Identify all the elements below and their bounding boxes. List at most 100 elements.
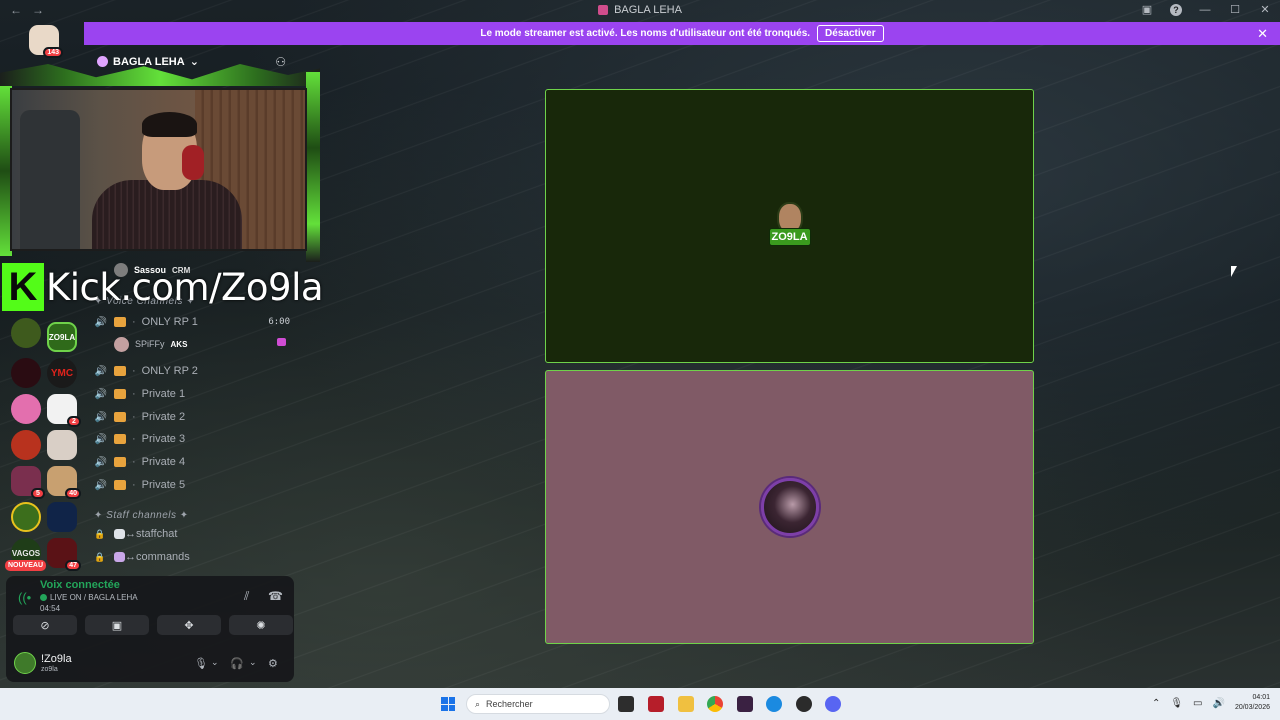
member-name: Sassou xyxy=(134,265,167,275)
server-icon[interactable] xyxy=(11,502,41,532)
speaker-icon: 🔊 xyxy=(94,433,108,445)
clock-time: 04:01 xyxy=(1252,694,1270,701)
staff-category-label[interactable]: ✦ Staff channels ✦ xyxy=(94,510,189,521)
close-icon[interactable]: ✕ xyxy=(1258,3,1272,16)
discord-icon[interactable] xyxy=(825,696,841,712)
obs-icon[interactable] xyxy=(796,696,812,712)
start-menu-icon[interactable] xyxy=(441,697,455,711)
server-icon[interactable] xyxy=(11,394,41,424)
screen-share-button[interactable]: ▣ xyxy=(85,615,149,635)
server-name[interactable]: BAGLA LEHA ⌄ xyxy=(97,55,199,68)
search-placeholder: Rechercher xyxy=(486,699,533,709)
home-badge: 143 xyxy=(43,47,63,58)
screen-share-icon: ▣ xyxy=(111,619,123,632)
voice-channel-only-rp-2[interactable]: 🔊 · ONLY RP 2 xyxy=(94,361,290,381)
voice-channel-private-2[interactable]: 🔊 · Private 2 xyxy=(94,407,290,427)
settings-gear-icon[interactable]: ⚙ xyxy=(268,657,278,670)
voice-channel-private-5[interactable]: 🔊 · Private 5 xyxy=(94,475,290,495)
avatar xyxy=(114,336,129,352)
activities-button[interactable]: ✥ xyxy=(157,615,221,635)
member-name: SPiFFy xyxy=(135,339,165,349)
speaker-icon: 🔊 xyxy=(94,411,108,423)
soundboard-button[interactable]: ✺ xyxy=(229,615,293,635)
inbox-icon[interactable]: ▣ xyxy=(1140,3,1154,16)
voice-member[interactable]: SPiFFy AKS xyxy=(114,335,187,353)
avatar[interactable] xyxy=(14,652,36,674)
soundboard-icon: ✺ xyxy=(256,619,266,632)
signal-icon[interactable]: ((• xyxy=(18,590,31,605)
chevron-down-icon[interactable]: ⌄ xyxy=(249,657,257,668)
voice-status[interactable]: Voix connectée xyxy=(40,579,120,591)
mouse-cursor xyxy=(1231,266,1237,277)
banner-message: Le mode streamer est activé. Les noms d'… xyxy=(480,28,811,39)
voice-location[interactable]: LIVE ON / BAGLA LEHA xyxy=(40,593,138,602)
channel-name: Private 3 xyxy=(141,433,186,445)
voice-channel-only-rp-1[interactable]: 🔊 · ONLY RP 1 6:00 xyxy=(94,312,290,332)
edge-icon[interactable] xyxy=(766,696,782,712)
avatar xyxy=(114,263,128,277)
app-icon[interactable] xyxy=(737,696,753,712)
minimize-icon[interactable]: — xyxy=(1198,4,1212,16)
voice-tile-zo9la[interactable]: ZO9LA xyxy=(545,89,1034,363)
disconnect-icon[interactable]: ☎ xyxy=(268,589,283,603)
server-icon[interactable]: YMC xyxy=(47,358,77,388)
window-title: BAGLA LEHA xyxy=(0,4,1280,16)
voice-channel-private-3[interactable]: 🔊 · Private 3 xyxy=(94,429,290,449)
speaker-icon: 🔊 xyxy=(94,365,108,377)
clock[interactable]: 04:01 20/03/2026 xyxy=(1235,693,1270,713)
headset-icon xyxy=(182,145,204,180)
chevron-down-icon[interactable]: ⌄ xyxy=(211,657,219,668)
user-name[interactable]: !Zo9la xyxy=(41,653,72,665)
window-controls: ▣ ? — ☐ ✕ xyxy=(1140,3,1272,16)
channel-name: ↔staffchat xyxy=(125,528,178,540)
voice-channel-private-1[interactable]: 🔊 · Private 1 xyxy=(94,384,290,404)
system-tray: ⌃ 🎙 ▭ 🔊 04:01 20/03/2026 xyxy=(1152,693,1270,713)
app-icon[interactable] xyxy=(648,696,664,712)
server-icon[interactable] xyxy=(47,502,77,532)
chrome-icon[interactable] xyxy=(707,696,723,712)
task-view-icon[interactable] xyxy=(618,696,634,712)
network-icon[interactable]: ▭ xyxy=(1193,698,1202,709)
volume-icon[interactable]: 🔊 xyxy=(1213,698,1225,709)
invite-people-icon[interactable]: ⚇ xyxy=(275,55,286,69)
chevron-up-icon[interactable]: ⌃ xyxy=(1152,698,1160,709)
text-channel-staffchat[interactable]: 🔒 ↔staffchat xyxy=(94,524,177,544)
window-title-text: BAGLA LEHA xyxy=(614,4,682,16)
server-icon[interactable] xyxy=(47,430,77,460)
disable-streamer-button[interactable]: Désactiver xyxy=(817,25,884,42)
text-channel-commands[interactable]: 🔒 ↔commands xyxy=(94,547,190,567)
taskbar-search[interactable]: ⌕ Rechercher xyxy=(466,694,610,714)
voice-tile-spiffy[interactable] xyxy=(545,370,1034,644)
microphone-icon[interactable]: 🎙 xyxy=(194,657,208,670)
server-icon[interactable] xyxy=(11,358,41,388)
server-icon[interactable] xyxy=(11,430,41,460)
headphones-icon[interactable]: 🎧 xyxy=(230,657,244,670)
webcam-feed xyxy=(10,88,307,251)
lock-icon xyxy=(114,389,126,399)
noise-suppression-icon[interactable]: ⫽ xyxy=(244,589,249,604)
file-explorer-icon[interactable] xyxy=(678,696,694,712)
member-tag: CRM xyxy=(172,265,191,275)
channel-timer: 6:00 xyxy=(268,317,290,327)
chevron-down-icon: ⌄ xyxy=(189,56,199,68)
windows-taskbar: ⌕ Rechercher ⌃ 🎙 ▭ 🔊 04:01 20/03/2026 xyxy=(0,688,1280,720)
maximize-icon[interactable]: ☐ xyxy=(1228,3,1242,16)
camera-off-button[interactable]: ⊘ xyxy=(13,615,77,635)
microphone-icon[interactable]: 🎙 xyxy=(1170,698,1183,709)
channel-name: Private 5 xyxy=(141,479,186,491)
banner-close-icon[interactable]: ✕ xyxy=(1257,26,1268,42)
server-icon[interactable]: 40 xyxy=(47,466,81,499)
home-button[interactable]: 143 xyxy=(29,25,63,58)
server-icon[interactable]: 47 xyxy=(47,538,81,571)
server-icon[interactable]: ZO9LA xyxy=(47,322,77,352)
server-icon[interactable]: 2 xyxy=(47,394,81,427)
help-icon[interactable]: ? xyxy=(1170,3,1182,16)
server-icon[interactable]: 5 xyxy=(11,466,45,499)
server-boost-icon xyxy=(97,56,108,67)
lock-icon: 🔒 xyxy=(94,551,106,562)
lock-icon xyxy=(114,434,126,444)
lock-icon xyxy=(114,317,126,327)
channel-name: ONLY RP 1 xyxy=(141,316,198,328)
server-icon[interactable] xyxy=(11,318,41,348)
voice-channel-private-4[interactable]: 🔊 · Private 4 xyxy=(94,452,290,472)
